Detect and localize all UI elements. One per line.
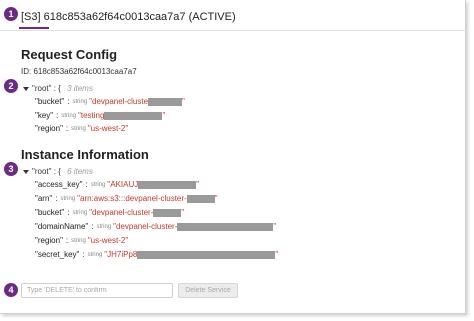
json-type: string — [72, 98, 88, 105]
instance-information-title: Instance Information — [21, 147, 149, 162]
json-value: "us-west-2" — [87, 124, 129, 133]
json-key: "region" — [35, 236, 63, 245]
header-divider — [0, 30, 466, 31]
json-key: "access_key" — [35, 180, 83, 189]
root-key: "root" — [32, 84, 52, 93]
item-count: 3 items — [67, 84, 93, 93]
json-row: "bucket" : string "devpanel-cluster- " — [35, 208, 185, 217]
request-root-node[interactable]: "root" : { 3 items — [23, 84, 93, 93]
service-title: [S3] 618c853a62f64c0013caa7a7 (ACTIVE) — [21, 11, 236, 23]
instance-root-node[interactable]: "root" : { 6 items — [23, 167, 93, 176]
redaction-bar — [148, 97, 183, 106]
delete-confirm-input[interactable] — [21, 283, 173, 298]
collapse-caret-icon[interactable] — [23, 86, 29, 91]
json-value: "arn:aws:s3:::devpanel-cluster- — [77, 194, 187, 203]
collapse-caret-icon[interactable] — [23, 169, 29, 174]
request-config-title: Request Config — [21, 47, 118, 62]
delete-service-button[interactable]: Delete Service — [178, 283, 238, 298]
annotation-badge-1: 1 — [4, 7, 18, 21]
json-type: string — [71, 237, 86, 244]
json-row: "bucket" : string "devpanel-cluste " — [35, 97, 185, 106]
json-key: "key" — [35, 111, 54, 120]
item-count: 6 items — [67, 167, 93, 176]
json-value: "us-west-2" — [87, 236, 129, 245]
root-key: "root" — [32, 167, 52, 176]
json-key: "domainName" — [35, 222, 89, 231]
redaction-bar — [138, 180, 197, 189]
json-row: "key" : string "testing " — [35, 111, 166, 120]
json-row: "arn" : string "arn:aws:s3:::devpanel-cl… — [35, 194, 218, 203]
redaction-bar — [177, 222, 274, 231]
redaction-bar — [153, 208, 182, 217]
json-type: string — [90, 181, 106, 188]
json-type: string — [96, 223, 112, 230]
json-value: "devpanel-cluster- — [89, 208, 154, 217]
json-type: string — [61, 112, 77, 119]
redaction-bar — [104, 111, 163, 120]
json-type: string — [71, 125, 86, 132]
annotation-badge-3: 3 — [4, 162, 18, 176]
json-type: string — [87, 251, 103, 258]
json-type: string — [60, 195, 76, 202]
redaction-bar — [186, 194, 215, 203]
json-row: "access_key" : string "AKIAUJ " — [35, 180, 200, 189]
json-value: "testing — [78, 111, 105, 120]
json-row: "region" : string "us-west-2" — [35, 236, 129, 245]
json-key: "secret_key" — [35, 250, 80, 259]
redaction-bar — [137, 250, 276, 259]
json-key: "bucket" — [35, 208, 65, 217]
request-id: ID: 618c853a62f64c0013caa7a7 — [21, 67, 137, 76]
annotation-badge-4: 4 — [4, 283, 18, 297]
json-row: "domainName" : string "devpanel-cluster-… — [35, 222, 277, 231]
json-key: "arn" — [35, 194, 53, 203]
json-value: "devpanel-cluster- — [113, 222, 178, 231]
json-row: "secret_key" : string "JH7iPp8 " — [35, 250, 279, 259]
json-key: "region" — [35, 124, 63, 133]
tab-underline — [19, 27, 49, 29]
annotation-badge-2: 2 — [4, 79, 18, 93]
json-value: "JH7iPp8 — [104, 250, 138, 259]
json-value: "devpanel-cluste — [89, 97, 149, 106]
json-type: string — [72, 209, 88, 216]
root-bracket: : { — [53, 84, 61, 93]
json-row: "region" : string "us-west-2" — [35, 124, 129, 133]
json-key: "bucket" — [35, 97, 65, 106]
json-value: "AKIAUJ — [107, 180, 139, 189]
root-bracket: : { — [53, 167, 61, 176]
